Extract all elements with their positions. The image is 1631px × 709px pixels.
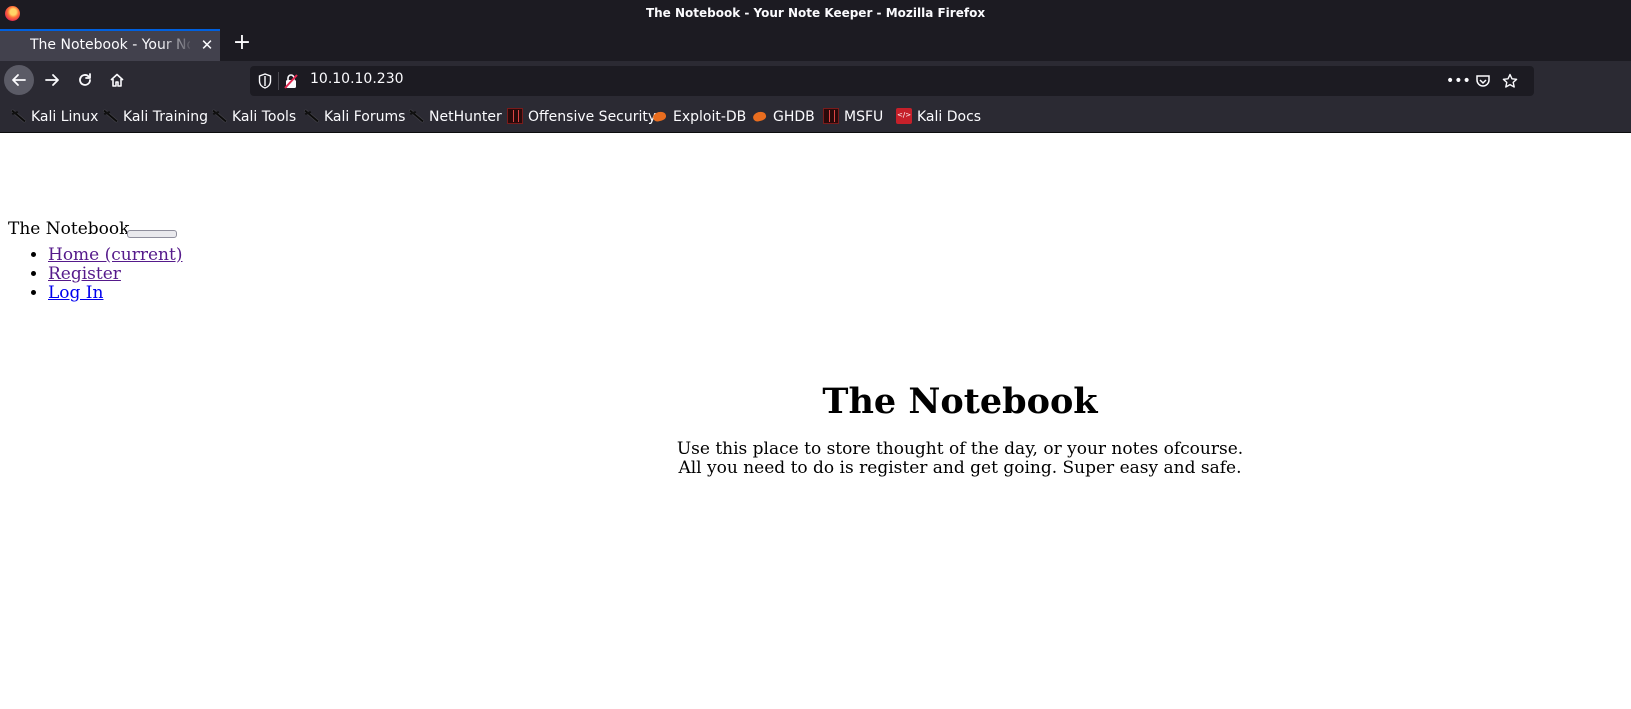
nav-item-login: Log In (48, 284, 182, 303)
kali-dragon-icon (408, 108, 424, 124)
register-link[interactable]: Register (48, 264, 121, 284)
navigation-toolbar: 10.10.10.230 ••• (0, 61, 1631, 101)
page-actions-icon[interactable]: ••• (1446, 71, 1471, 91)
hero-line-2: All you need to do is register and get g… (678, 458, 1242, 478)
home-link[interactable]: Home (current) (48, 245, 182, 265)
kali-dragon-icon (211, 108, 227, 124)
tab-active[interactable]: The Notebook - Your Note Keeper ✕ (0, 29, 220, 61)
reload-button[interactable] (70, 65, 100, 95)
hero-description: Use this place to store thought of the d… (640, 440, 1280, 478)
offsec-icon (507, 108, 523, 124)
bookmark-nethunter[interactable]: NetHunter (408, 107, 502, 127)
kali-docs-icon (896, 108, 912, 124)
nav-list: Home (current) Register Log In (28, 246, 182, 303)
exploit-db-icon (652, 108, 668, 124)
kali-dragon-icon (102, 108, 118, 124)
home-icon (110, 73, 124, 87)
bookmark-kali-docs[interactable]: Kali Docs (896, 107, 981, 127)
address-bar[interactable]: 10.10.10.230 ••• (250, 66, 1534, 96)
nav-item-register: Register (48, 265, 182, 284)
forward-button[interactable] (37, 65, 67, 95)
bookmark-kali-training[interactable]: Kali Training (102, 107, 208, 127)
navbar-toggle-button[interactable] (127, 230, 177, 238)
hero-heading: The Notebook (822, 381, 1098, 422)
hero-line-1: Use this place to store thought of the d… (676, 439, 1244, 459)
back-button[interactable] (4, 65, 34, 95)
offsec-icon (823, 108, 839, 124)
bookmark-offensive-security[interactable]: Offensive Security (507, 107, 656, 127)
tab-strip: The Notebook - Your Note Keeper ✕ + (0, 27, 1631, 61)
nav-item-home: Home (current) (48, 246, 182, 265)
url-text[interactable]: 10.10.10.230 (310, 71, 404, 87)
exploit-db-icon (752, 108, 768, 124)
brand-title[interactable]: The Notebook (8, 219, 129, 239)
new-tab-button[interactable]: + (230, 29, 254, 59)
arrow-left-icon (12, 74, 26, 86)
hero-section: The Notebook Use this place to store tho… (640, 380, 1280, 478)
bookmark-ghdb[interactable]: GHDB (752, 107, 815, 127)
shield-icon[interactable] (258, 73, 272, 89)
home-button[interactable] (102, 65, 132, 95)
window-title: The Notebook - Your Note Keeper - Mozill… (645, 6, 986, 20)
bookmark-msfu[interactable]: MSFU (823, 107, 883, 127)
kali-dragon-icon (10, 108, 26, 124)
tab-close-icon[interactable]: ✕ (198, 35, 216, 55)
kali-dragon-icon (303, 108, 319, 124)
window-titlebar: The Notebook - Your Note Keeper - Mozill… (0, 0, 1631, 27)
arrow-right-icon (45, 74, 59, 86)
insecure-lock-icon[interactable] (284, 73, 298, 89)
page-content: The Notebook Home (current) Register Log… (0, 133, 1631, 709)
bookmark-kali-forums[interactable]: Kali Forums (303, 107, 405, 127)
bookmark-star-icon[interactable] (1500, 71, 1520, 91)
bookmark-kali-tools[interactable]: Kali Tools (211, 107, 296, 127)
login-link[interactable]: Log In (48, 283, 103, 303)
bookmarks-toolbar: Kali Linux Kali Training Kali Tools Kali… (0, 101, 1631, 133)
bookmark-kali-linux[interactable]: Kali Linux (10, 107, 98, 127)
reload-icon (79, 73, 91, 86)
pocket-icon[interactable] (1473, 71, 1493, 91)
bookmark-exploit-db[interactable]: Exploit-DB (652, 107, 746, 127)
